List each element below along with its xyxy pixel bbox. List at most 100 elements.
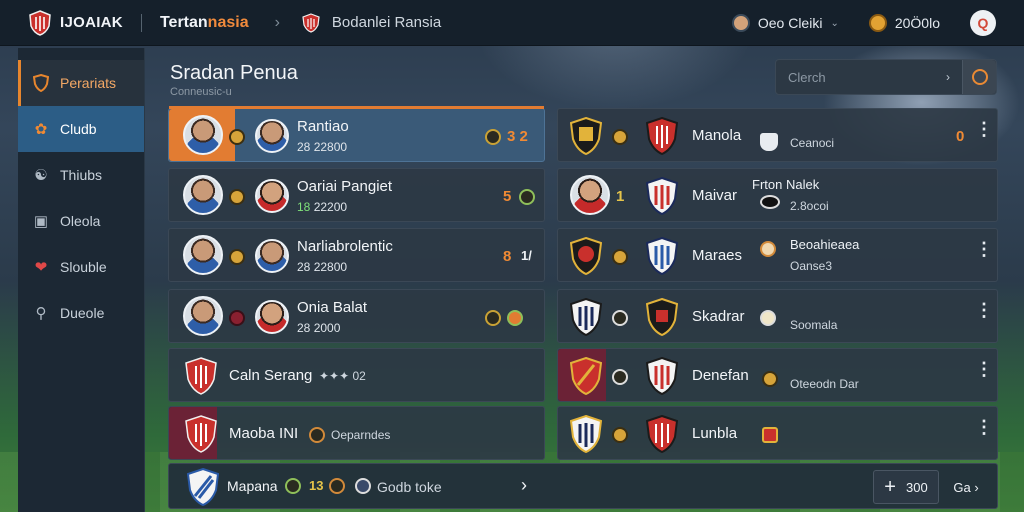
coin-icon [868, 14, 887, 32]
club-crest-icon [185, 357, 217, 395]
club-name: Skadrar [692, 308, 745, 325]
list-item[interactable]: Narliabrolentic 28 22800 8 1/ [168, 228, 545, 282]
sidebar-item-label: Oleola [60, 213, 101, 229]
sidebar-item-label: Thiubs [60, 167, 103, 183]
square-icon: ▣ [33, 213, 49, 230]
sidebar-item-cludb[interactable]: ✿ Cludb [18, 106, 144, 152]
sidebar-item-thiubs[interactable]: ☯ Thiubs [18, 152, 144, 198]
players-icon: ☯ [34, 167, 48, 184]
coin-balance: 20Ö0lo [894, 15, 940, 31]
list-item[interactable]: Caln Serang ✦✦✦ 02 [168, 348, 545, 402]
player-avatar [255, 300, 289, 334]
list-item[interactable]: Skadrar Soomala ⋮ [557, 289, 998, 343]
team-label: Godb toke [377, 479, 442, 495]
search-placeholder: Clerch [788, 69, 826, 85]
badge-icon [285, 478, 301, 494]
add-button[interactable]: + 300 [873, 470, 939, 504]
list-item[interactable]: Lunbla ⋮ [557, 406, 998, 460]
add-button-label: 300 [905, 479, 928, 495]
player-name: Rantiao [297, 118, 349, 135]
badge-icon [229, 189, 245, 205]
status-icon [507, 310, 523, 326]
club-crest-icon [646, 177, 678, 215]
list-item[interactable]: Rantiao 28 22800 3 2 [168, 106, 545, 162]
more-icon[interactable]: ⋮ [975, 360, 993, 378]
club-crest-icon [646, 298, 678, 336]
clubs-icon: ✿ [34, 121, 48, 138]
page-title: Tertannasia [159, 13, 249, 31]
bottom-bar: Mapana 13 Godb toke › + 300 Ga › [168, 463, 998, 509]
club-crest-icon [570, 357, 602, 395]
player-rank: 3 2 [507, 128, 528, 145]
badge-icon [612, 249, 628, 265]
badge-icon [612, 427, 628, 443]
player-avatar [255, 179, 289, 213]
player-avatar [255, 239, 289, 273]
club-name: Manola [692, 127, 742, 144]
player-rank: 1 [616, 188, 625, 205]
club-crest-icon [646, 237, 678, 275]
section-subtitle: Conneusic-u [170, 86, 232, 98]
brand-name[interactable]: IJOAIAK [60, 14, 123, 31]
crest-small-icon [762, 427, 778, 443]
club-crest-icon [646, 415, 678, 453]
player-stats: 18 22200 [297, 200, 348, 214]
list-item[interactable]: Onia Balat 28 2000 [168, 289, 545, 343]
player-avatar [255, 119, 289, 153]
more-icon[interactable]: ⋮ [975, 240, 993, 258]
shield-logo-icon[interactable] [28, 9, 52, 36]
club-crest-icon [570, 117, 602, 155]
player-stats: 28 22800 [297, 260, 348, 274]
player-stats: 28 22800 [297, 140, 348, 154]
list-item[interactable]: Maoba INI Oeparndes [168, 406, 545, 460]
search-button[interactable]: Q [970, 10, 996, 36]
more-icon[interactable]: ⋮ [975, 418, 993, 436]
club-name: Maivar [692, 187, 738, 204]
club-name: Lunbla [692, 425, 738, 442]
list-item[interactable]: Maraes Beoahieaea Oanse3 ⋮ [557, 228, 998, 282]
club-title: Beoahieaea [790, 237, 860, 252]
player-avatar [183, 235, 223, 275]
breadcrumb-current[interactable]: Bodanlei Ransia [332, 14, 441, 31]
sidebar-item-oleola[interactable]: ▣ Oleola [18, 198, 144, 244]
club-sub: Ceanoci [790, 136, 835, 150]
sidebar-item-label: Cludb [60, 121, 97, 137]
club-crest-icon [570, 298, 602, 336]
list-item[interactable]: Denefan Oteeodn Dar ⋮ [557, 348, 998, 402]
club-crest-icon [646, 117, 678, 155]
player-avatar [183, 296, 223, 336]
badge-icon [229, 249, 245, 265]
badge-icon [612, 129, 628, 145]
club-name: Denefan [692, 367, 749, 384]
badge-icon [612, 310, 628, 326]
crest-small-icon [329, 478, 345, 494]
user-area: Oeo Cleiki ⌄ 20Ö0lo Q [731, 0, 996, 46]
list-item[interactable]: Oariai Pangiet 18 22200 5 [168, 168, 545, 222]
sidebar-item-slouble[interactable]: ❤ Slouble [18, 244, 144, 290]
list-item[interactable]: Manola Ceanoci 0 ⋮ [557, 108, 998, 162]
trophy-icon [760, 133, 778, 151]
player-rank: 8 [503, 248, 512, 265]
next-button[interactable]: Ga › [943, 470, 989, 504]
club-sub: Oanse3 [790, 259, 833, 273]
club-sub: Oteeodn Dar [790, 377, 859, 391]
chevron-down-icon[interactable]: ⌄ [830, 18, 838, 29]
search-icon: ⚲ [35, 305, 47, 322]
shield-icon [32, 74, 50, 92]
club-crest-icon [646, 357, 678, 395]
chevron-right-icon[interactable]: › [946, 70, 950, 84]
username[interactable]: Oeo Cleiki [758, 15, 823, 31]
badge-icon [229, 310, 245, 326]
ball-icon [760, 310, 776, 326]
search-input[interactable]: Clerch › [775, 59, 997, 95]
chevron-right-icon[interactable]: › [521, 475, 527, 496]
sidebar-item-perariats[interactable]: Perariats [18, 60, 144, 106]
avatar[interactable] [731, 14, 750, 32]
more-icon[interactable]: ⋮ [975, 120, 993, 138]
more-icon[interactable]: ⋮ [975, 301, 993, 319]
filter-button[interactable] [962, 60, 996, 94]
sidebar-item-dueole[interactable]: ⚲ Dueole [18, 290, 144, 336]
list-item[interactable]: 1 Maivar Frton Nalek 2.8ocoi [557, 168, 998, 222]
sidebar-item-label: Slouble [60, 259, 107, 275]
sidebar: Perariats ✿ Cludb ☯ Thiubs ▣ Oleola ❤ Sl… [18, 48, 145, 512]
